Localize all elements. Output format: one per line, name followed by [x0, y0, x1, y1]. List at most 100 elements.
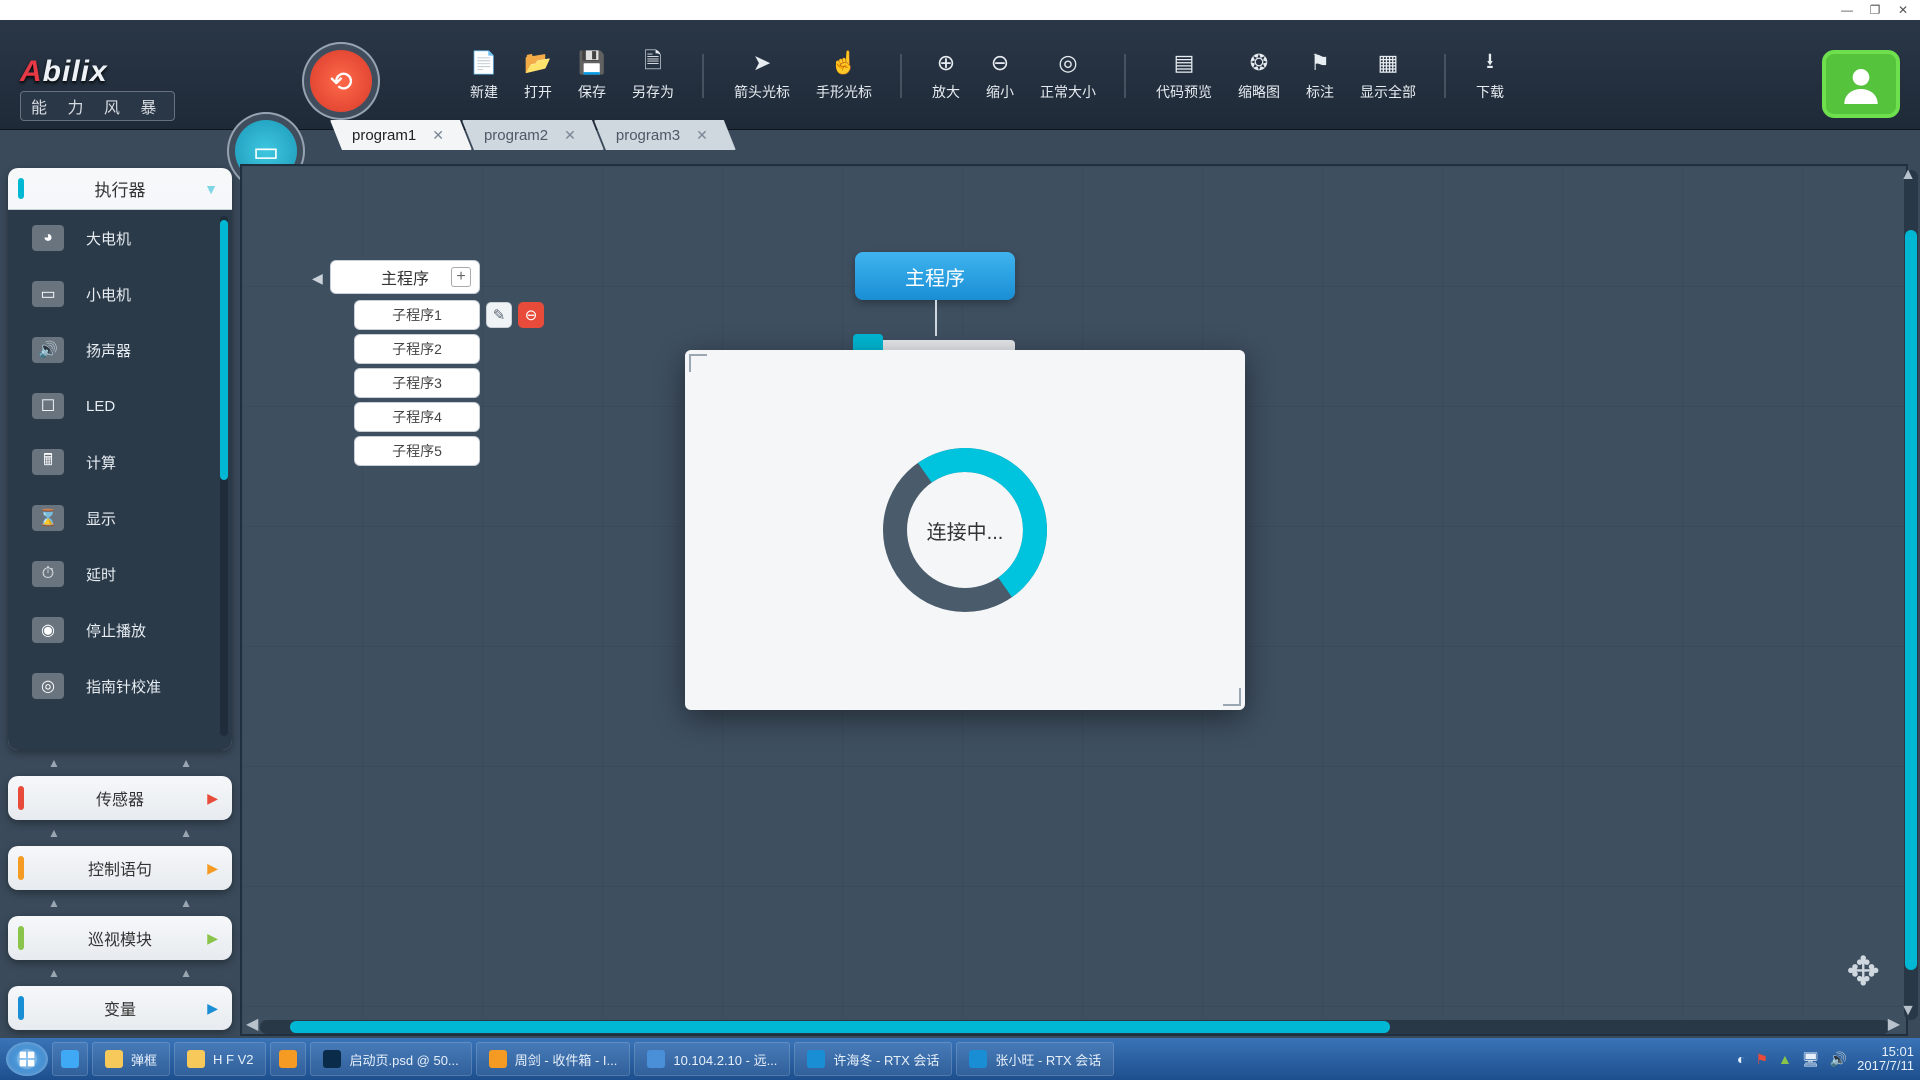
- hscroll-thumb[interactable]: [290, 1021, 1390, 1033]
- arrow-cursor-button[interactable]: ➤箭头光标: [734, 50, 790, 102]
- scroll-right-arrow[interactable]: ▶: [1888, 1014, 1900, 1034]
- taskbar-clock[interactable]: 15:01 2017/7/11: [1857, 1045, 1914, 1074]
- taskbar-item[interactable]: 启动页.psd @ 50...: [310, 1042, 471, 1076]
- zoom-out-button[interactable]: ⊖ 缩小: [986, 50, 1014, 102]
- saveas-button[interactable]: 🗎另存为: [632, 50, 674, 102]
- taskbar-item[interactable]: 张小旺 - RTX 会话: [956, 1042, 1114, 1076]
- tree-sub-row: 子程序4: [354, 402, 544, 432]
- clock-date: 2017/7/11: [1857, 1059, 1914, 1073]
- taskbar-item-label: 弹框: [131, 1050, 157, 1069]
- control-title: 控制语句: [88, 856, 152, 880]
- start-button[interactable]: [6, 1042, 48, 1076]
- new-label: 新建: [470, 82, 498, 102]
- taskbar-item[interactable]: [52, 1042, 88, 1076]
- taskbar-item[interactable]: [270, 1042, 306, 1076]
- block-item[interactable]: ◕大电机: [8, 210, 232, 266]
- vscroll-thumb[interactable]: [1905, 230, 1917, 970]
- thumbnail-button[interactable]: ❂缩略图: [1238, 50, 1280, 102]
- category-control-panel: 控制语句 ▶: [8, 846, 232, 890]
- taskbar-item[interactable]: 许海冬 - RTX 会话: [794, 1042, 952, 1076]
- block-item[interactable]: ▭小电机: [8, 266, 232, 322]
- category-control-header[interactable]: 控制语句 ▶: [8, 846, 232, 890]
- tab-close-icon[interactable]: ✕: [564, 127, 576, 144]
- tree-sub-row: 子程序5: [354, 436, 544, 466]
- canvas-vscrollbar[interactable]: [1904, 170, 1918, 1020]
- window-minimize-button[interactable]: —: [1836, 3, 1858, 17]
- code-preview-button[interactable]: ▤代码预览: [1156, 50, 1212, 102]
- block-item[interactable]: ◎指南针校准: [8, 658, 232, 714]
- modal-corner-tl: [689, 354, 707, 372]
- zoom-reset-button[interactable]: ◎正常大小: [1040, 50, 1096, 102]
- delete-sub-button[interactable]: ⊖: [518, 302, 544, 328]
- tab-program3[interactable]: program3✕: [594, 120, 736, 150]
- panel-divider: ▲▲: [8, 896, 232, 910]
- taskbar-item[interactable]: H F V2: [174, 1042, 266, 1076]
- tab-close-icon[interactable]: ✕: [696, 127, 708, 144]
- taskbar-item[interactable]: 弹框: [92, 1042, 170, 1076]
- scroll-up-arrow[interactable]: ▲: [1900, 166, 1916, 184]
- user-avatar-button[interactable]: [1822, 50, 1900, 118]
- new-button[interactable]: 📄 新建: [470, 50, 498, 102]
- window-maximize-button[interactable]: ❐: [1864, 3, 1886, 17]
- open-button[interactable]: 📂打开: [524, 50, 552, 102]
- scroll-down-arrow[interactable]: ▼: [1900, 1002, 1916, 1020]
- tray-volume-icon[interactable]: 🔊: [1830, 1051, 1847, 1068]
- tray-icon[interactable]: ◐: [1737, 1051, 1745, 1067]
- tab-close-icon[interactable]: ✕: [432, 127, 444, 144]
- taskbar-item[interactable]: 周剑 - 收件箱 - I...: [476, 1042, 631, 1076]
- sidebar-vscrollbar[interactable]: [220, 216, 228, 736]
- tree-main-program[interactable]: 主程序 +: [330, 260, 480, 294]
- add-sub-button[interactable]: +: [451, 267, 471, 287]
- pan-tool-icon[interactable]: ✥: [1846, 949, 1880, 995]
- block-item[interactable]: ⌛显示: [8, 490, 232, 546]
- save-button[interactable]: 💾保存: [578, 50, 606, 102]
- taskbar-item[interactable]: 10.104.2.10 - 远...: [634, 1042, 790, 1076]
- annotate-button[interactable]: ⚑标注: [1306, 50, 1334, 102]
- download-button[interactable]: ⭳下载: [1476, 50, 1504, 102]
- tray-icon[interactable]: ⚑: [1755, 1051, 1768, 1068]
- block-item[interactable]: 🔊扬声器: [8, 322, 232, 378]
- category-patrol-header[interactable]: 巡视模块 ▶: [8, 916, 232, 960]
- edit-sub-button[interactable]: ✎: [486, 302, 512, 328]
- panel-divider: ▲▲: [8, 826, 232, 840]
- category-variable-header[interactable]: 变量 ▶: [8, 986, 232, 1030]
- hand-cursor-button[interactable]: ☝手形光标: [816, 50, 872, 102]
- zoom-out-icon: ⊖: [986, 50, 1014, 76]
- block-item[interactable]: ☐LED: [8, 378, 232, 434]
- zoomout-label: 缩小: [986, 82, 1014, 102]
- tree-sub-row: 子程序2: [354, 334, 544, 364]
- tree-sub-item[interactable]: 子程序1: [354, 300, 480, 330]
- tab-program1[interactable]: program1✕: [330, 120, 472, 150]
- tray-icon[interactable]: ▲: [1778, 1051, 1792, 1067]
- block-item[interactable]: ◉停止播放: [8, 602, 232, 658]
- show-all-button[interactable]: ▦显示全部: [1360, 50, 1416, 102]
- tree-sub-item[interactable]: 子程序5: [354, 436, 480, 466]
- zoom-in-button[interactable]: ⊕放大: [932, 50, 960, 102]
- block-label: 大电机: [86, 228, 131, 249]
- file-plus-icon: 📄: [470, 50, 498, 76]
- block-item[interactable]: 🖩计算: [8, 434, 232, 490]
- canvas-hscrollbar[interactable]: [260, 1020, 1890, 1034]
- loading-spinner: 连接中...: [865, 430, 1065, 630]
- category-actuator-header[interactable]: 执行器 ▼: [8, 168, 232, 210]
- taskbar-item-label: 10.104.2.10 - 远...: [673, 1050, 777, 1069]
- connect-button[interactable]: ⟲: [310, 50, 372, 112]
- tab-program2[interactable]: program2✕: [462, 120, 604, 150]
- tray-network-icon[interactable]: 🖥: [1802, 1051, 1820, 1068]
- scroll-left-arrow[interactable]: ◀: [246, 1014, 258, 1034]
- tree-collapse-icon[interactable]: ◀: [312, 270, 323, 287]
- window-close-button[interactable]: ✕: [1892, 3, 1914, 17]
- taskbar-item-label: 周剑 - 收件箱 - I...: [515, 1050, 618, 1069]
- codepv-label: 代码预览: [1156, 82, 1212, 102]
- zoom100-label: 正常大小: [1040, 82, 1096, 102]
- tree-sub-item[interactable]: 子程序3: [354, 368, 480, 398]
- block-label: 指南针校准: [86, 676, 161, 697]
- tree-sub-item[interactable]: 子程序4: [354, 402, 480, 432]
- tree-sub-item[interactable]: 子程序2: [354, 334, 480, 364]
- sidebar-vscroll-thumb[interactable]: [220, 220, 228, 480]
- category-sensor-header[interactable]: 传感器 ▶: [8, 776, 232, 820]
- block-item[interactable]: ⏱延时: [8, 546, 232, 602]
- zoom-in-icon: ⊕: [932, 50, 960, 76]
- canvas-main-block[interactable]: 主程序: [855, 252, 1015, 300]
- block-label: 延时: [86, 564, 116, 585]
